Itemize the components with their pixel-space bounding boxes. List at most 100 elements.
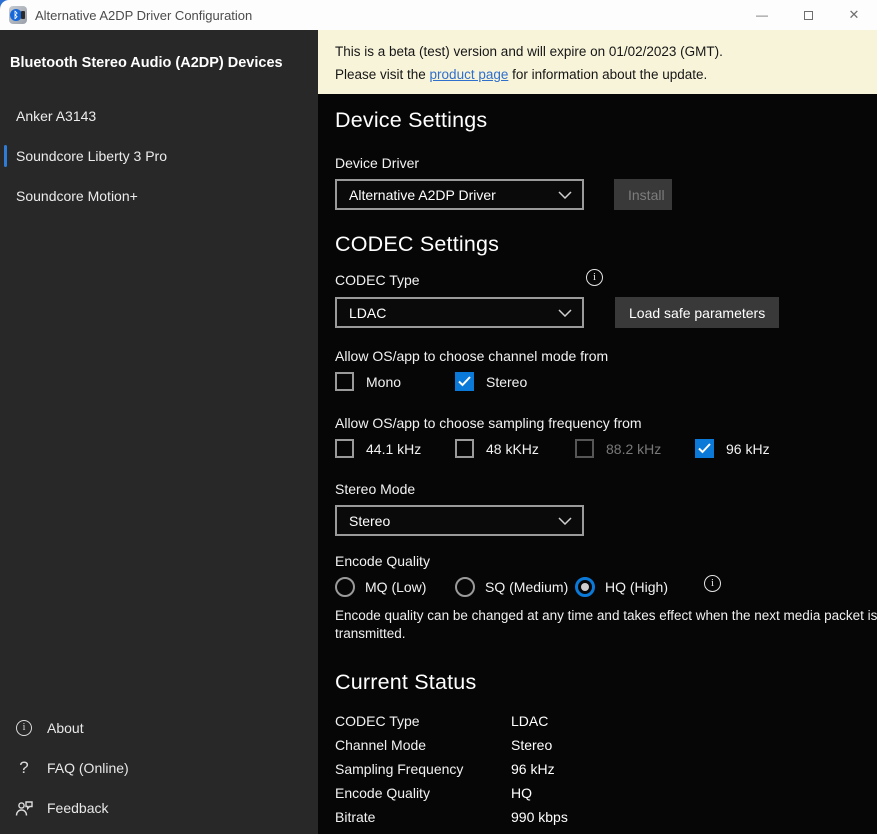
channel-mode-group-label: Allow OS/app to choose channel mode from xyxy=(335,348,877,364)
checkbox-disabled-icon xyxy=(575,439,594,458)
sidebar: Bluetooth Stereo Audio (A2DP) Devices An… xyxy=(0,30,318,834)
checkbox-checked-icon xyxy=(455,372,474,391)
speaker-icon-part xyxy=(21,11,25,19)
sidebar-item-anker-a3143[interactable]: Anker A3143 xyxy=(0,96,318,136)
current-status-table: CODEC Type LDAC Channel Mode Stereo Samp… xyxy=(335,709,877,829)
banner-line2: Please visit the product page for inform… xyxy=(335,63,877,86)
checkbox-44-1-khz[interactable]: 44.1 kHz xyxy=(335,439,455,458)
stereo-mode-label: Stereo Mode xyxy=(335,481,877,497)
beta-banner: This is a beta (test) version and will e… xyxy=(318,30,877,94)
status-row: CODEC Type LDAC xyxy=(335,709,877,733)
radio-hq-high[interactable]: HQ (High) xyxy=(575,577,697,597)
selection-indicator xyxy=(4,145,7,167)
codec-type-dropdown[interactable]: LDAC xyxy=(335,297,584,328)
checkbox-mono[interactable]: Mono xyxy=(335,372,455,391)
chevron-down-icon xyxy=(558,309,572,317)
radio-icon xyxy=(455,577,475,597)
close-button[interactable]: ✕ xyxy=(831,0,877,30)
stereo-mode-value: Stereo xyxy=(349,513,558,529)
checkbox-icon xyxy=(335,372,354,391)
status-value: 96 kHz xyxy=(511,761,555,777)
codec-settings-heading: CODEC Settings xyxy=(335,232,877,257)
status-value: HQ xyxy=(511,785,532,801)
status-row: Sampling Frequency 96 kHz xyxy=(335,757,877,781)
feedback-icon xyxy=(14,800,34,817)
checkbox-88-2-khz: 88.2 kHz xyxy=(575,439,695,458)
checkbox-label: 44.1 kHz xyxy=(366,441,421,457)
status-row: Encode Quality HQ xyxy=(335,781,877,805)
app-window: ᛒ Alternative A2DP Driver Configuration … xyxy=(0,0,877,834)
window-controls: — ✕ xyxy=(739,0,877,30)
status-value: 990 kbps xyxy=(511,809,568,825)
sidebar-item-about[interactable]: i About xyxy=(0,708,318,748)
codec-type-value: LDAC xyxy=(349,305,558,321)
status-label: CODEC Type xyxy=(335,713,511,729)
main-content: Device Settings Device Driver Alternativ… xyxy=(318,94,877,834)
codec-type-label: CODEC Type xyxy=(335,272,420,288)
encode-quality-label: Encode Quality xyxy=(335,553,877,569)
sampling-frequency-group-label: Allow OS/app to choose sampling frequenc… xyxy=(335,415,877,431)
device-item-label: Soundcore Motion+ xyxy=(16,188,138,204)
radio-icon xyxy=(335,577,355,597)
device-driver-value: Alternative A2DP Driver xyxy=(349,187,558,203)
status-label: Bitrate xyxy=(335,809,511,825)
current-status-heading: Current Status xyxy=(335,670,877,695)
radio-selected-icon xyxy=(575,577,595,597)
stereo-mode-dropdown[interactable]: Stereo xyxy=(335,505,584,536)
codec-type-info-icon[interactable]: i xyxy=(586,269,603,286)
radio-label: SQ (Medium) xyxy=(485,579,568,595)
sidebar-item-faq-online[interactable]: ? FAQ (Online) xyxy=(0,748,318,788)
banner-line1: This is a beta (test) version and will e… xyxy=(335,40,877,63)
device-list: Anker A3143 Soundcore Liberty 3 Pro Soun… xyxy=(0,96,318,216)
sidebar-item-feedback[interactable]: Feedback xyxy=(0,788,318,828)
chevron-down-icon xyxy=(558,191,572,199)
checkbox-label: 96 kHz xyxy=(726,441,770,457)
checkbox-96-khz[interactable]: 96 kHz xyxy=(695,439,815,458)
window-title: Alternative A2DP Driver Configuration xyxy=(35,8,252,23)
device-item-label: Soundcore Liberty 3 Pro xyxy=(16,148,167,164)
maximize-button[interactable] xyxy=(785,0,831,30)
channel-mode-options: Mono Stereo xyxy=(335,372,877,391)
footer-item-label: Feedback xyxy=(47,800,108,816)
sampling-frequency-options: 44.1 kHz 48 kKHz 88.2 kHz 96 kHz xyxy=(335,439,877,458)
status-value: LDAC xyxy=(511,713,548,729)
status-label: Encode Quality xyxy=(335,785,511,801)
status-row: Channel Mode Stereo xyxy=(335,733,877,757)
footer-item-label: About xyxy=(47,720,84,736)
checkbox-label: 48 kKHz xyxy=(486,441,539,457)
checkbox-48-khz[interactable]: 48 kKHz xyxy=(455,439,575,458)
status-label: Sampling Frequency xyxy=(335,761,511,777)
info-icon: i xyxy=(14,720,34,736)
encode-quality-note: Encode quality can be changed at any tim… xyxy=(335,607,877,643)
checkbox-stereo[interactable]: Stereo xyxy=(455,372,575,391)
minimize-button[interactable]: — xyxy=(739,0,785,30)
maximize-icon xyxy=(804,11,813,20)
banner-line2-suffix: for information about the update. xyxy=(508,67,707,82)
product-page-link[interactable]: product page xyxy=(430,67,509,82)
device-driver-dropdown[interactable]: Alternative A2DP Driver xyxy=(335,179,584,210)
device-driver-label: Device Driver xyxy=(335,155,877,171)
checkbox-checked-icon xyxy=(695,439,714,458)
install-button: Install xyxy=(614,179,672,210)
sidebar-item-soundcore-motion-plus[interactable]: Soundcore Motion+ xyxy=(0,176,318,216)
device-settings-heading: Device Settings xyxy=(335,108,877,133)
checkbox-icon xyxy=(455,439,474,458)
load-safe-parameters-button[interactable]: Load safe parameters xyxy=(615,297,779,328)
radio-label: HQ (High) xyxy=(605,579,668,595)
status-label: Channel Mode xyxy=(335,737,511,753)
checkbox-label: Stereo xyxy=(486,374,527,390)
device-item-label: Anker A3143 xyxy=(16,108,96,124)
status-row: Bitrate 990 kbps xyxy=(335,805,877,829)
radio-mq-low[interactable]: MQ (Low) xyxy=(335,577,455,597)
sidebar-header: Bluetooth Stereo Audio (A2DP) Devices xyxy=(0,30,318,71)
radio-sq-medium[interactable]: SQ (Medium) xyxy=(455,577,575,597)
radio-label: MQ (Low) xyxy=(365,579,426,595)
footer-item-label: FAQ (Online) xyxy=(47,760,129,776)
app-icon: ᛒ xyxy=(9,6,27,24)
banner-line2-prefix: Please visit the xyxy=(335,67,430,82)
sidebar-item-soundcore-liberty-3-pro[interactable]: Soundcore Liberty 3 Pro xyxy=(0,136,318,176)
encode-quality-info-icon[interactable]: i xyxy=(704,575,721,592)
question-icon: ? xyxy=(14,758,34,778)
checkbox-icon xyxy=(335,439,354,458)
encode-quality-options: MQ (Low) SQ (Medium) HQ (High) i xyxy=(335,577,877,597)
